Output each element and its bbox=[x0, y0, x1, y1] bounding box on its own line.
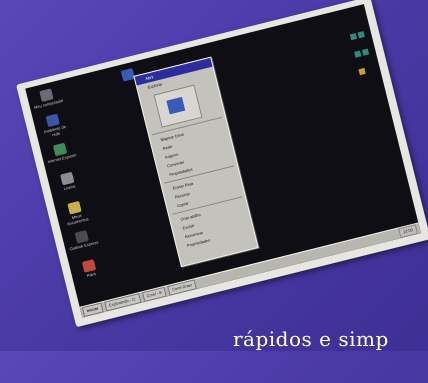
tile-icon[interactable] bbox=[358, 67, 366, 76]
start-button[interactable]: Iniciar bbox=[81, 302, 104, 318]
taskbar-item[interactable]: Corel - 8 bbox=[141, 286, 167, 303]
menu-preview bbox=[153, 84, 203, 128]
desktop-icon-paint[interactable]: Paint bbox=[73, 257, 106, 281]
desktop-icon-outlook[interactable]: Outlook Express bbox=[66, 228, 99, 252]
taskbar-item[interactable]: Explorando - C: bbox=[103, 293, 142, 312]
desktop-icon-label: Lixeira bbox=[63, 183, 76, 192]
monitor-bezel: Meu computador Ambiente de rede Internet… bbox=[16, 0, 428, 328]
desktop-icon-label: Ambiente de rede bbox=[43, 123, 67, 138]
taskbar-item[interactable]: Corel Draw bbox=[167, 279, 197, 296]
desktop-icon-recycle-bin[interactable]: Lixeira bbox=[51, 170, 84, 194]
desktop-right-panel bbox=[347, 24, 386, 106]
desktop-icon-internet[interactable]: Internet Explorer bbox=[44, 141, 77, 165]
tile-icon[interactable] bbox=[357, 31, 365, 39]
tile-icon[interactable] bbox=[354, 50, 362, 58]
desktop-icon-label: Meus documentos bbox=[66, 212, 90, 227]
desktop-icon-network[interactable]: Ambiente de rede bbox=[37, 111, 71, 140]
monitor-photo: Meu computador Ambiente de rede Internet… bbox=[0, 0, 428, 383]
desktop-screen: Meu computador Ambiente de rede Internet… bbox=[25, 4, 421, 318]
taskbar-clock: 12:00 bbox=[398, 224, 419, 239]
article-caption: rápidos e simp bbox=[233, 327, 389, 351]
desktop-icon-documents[interactable]: Meus documentos bbox=[59, 199, 93, 228]
tile-icon[interactable] bbox=[349, 33, 358, 41]
network-drive-icon bbox=[120, 68, 136, 82]
desktop-icon-my-computer[interactable]: Meu computador bbox=[31, 86, 64, 110]
desktop-icon-label: Paint bbox=[86, 271, 97, 279]
computer-icon bbox=[166, 96, 186, 115]
context-menu: Abrir Explorar Mapear Drive Rede Arquivo… bbox=[133, 56, 259, 268]
tile-icon[interactable] bbox=[361, 48, 370, 56]
